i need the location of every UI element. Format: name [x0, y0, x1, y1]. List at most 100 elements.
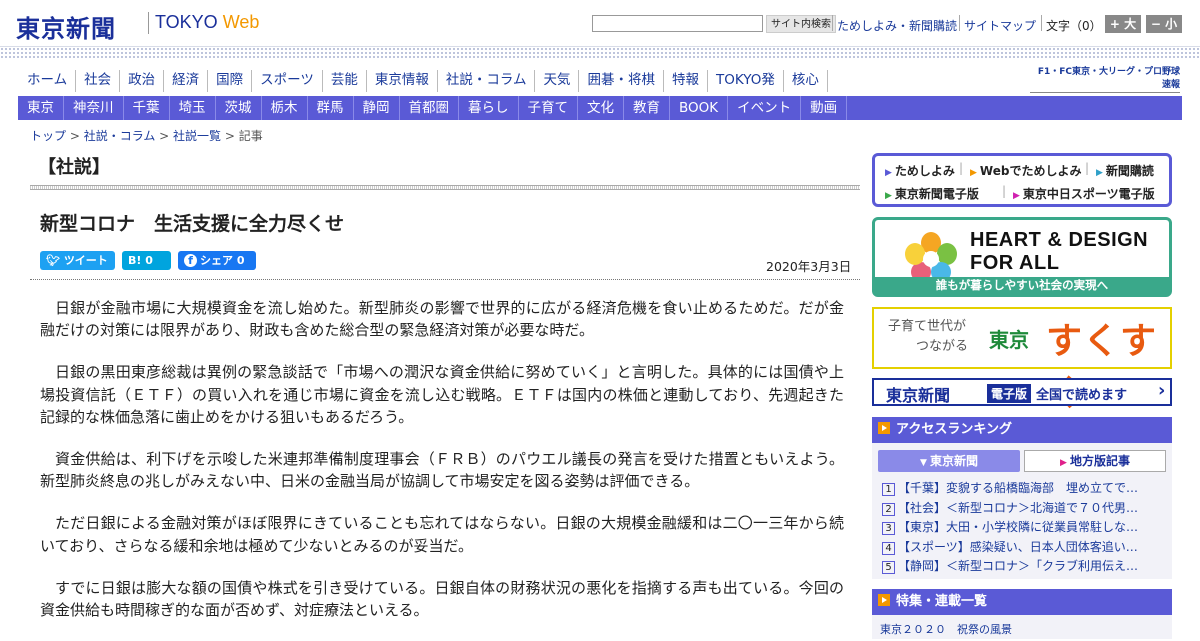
site-search-input[interactable] [592, 15, 763, 32]
header-divider [832, 15, 833, 31]
breadcrumb-top[interactable]: トップ [30, 129, 66, 143]
main-nav-item[interactable]: 社説・コラム [438, 70, 536, 92]
header-divider [1041, 15, 1042, 31]
ranking-item[interactable]: 1 【千葉】変貌する船橋臨海部 埋め立てで… [882, 479, 1158, 496]
local-nav-item[interactable]: 首都圏 [400, 96, 459, 120]
local-nav-item[interactable]: 静岡 [354, 96, 400, 120]
local-nav-item[interactable]: 暮らし [459, 96, 519, 120]
local-nav-item[interactable]: 千葉 [124, 96, 170, 120]
local-nav-item[interactable]: 子育て [519, 96, 578, 120]
main-nav-item[interactable]: 東京情報 [367, 70, 438, 92]
chunichi-sports-e-edition-link[interactable]: ▶ 東京中日スポーツ電子版 [1013, 185, 1155, 202]
main-nav-item[interactable]: ホーム [18, 70, 77, 92]
hatena-bookmark-button[interactable]: B! 0 [122, 251, 171, 270]
access-ranking: アクセスランキング ▼ 東京新聞 ▶ 地方版記事 1 【千葉】変貌する船橋臨海部 … [872, 417, 1172, 579]
ranking-tab-local[interactable]: ▶ 地方版記事 [1024, 450, 1166, 472]
ranking-item-title: 【静岡】＜新型コロナ＞「クラブ利用伝え… [898, 559, 1139, 573]
trial-link[interactable]: ▶ ためしよみ [885, 162, 955, 179]
article-paragraph: すでに日銀は膨大な額の国債や株式を引き受けている。日銀自体の財務状況の悪化を指摘… [40, 578, 844, 620]
article-paragraph: ただ日銀による金融対策がほぼ限界にきていることも忘れてはならない。日銀の大規模金… [40, 514, 844, 555]
local-nav-item[interactable]: 東京 [18, 96, 64, 120]
site-logo[interactable]: 東京新聞 [16, 9, 116, 44]
local-nav-item[interactable]: イベント [728, 96, 802, 120]
triangle-icon: ▶ [885, 191, 892, 201]
heart-design-title-line1: HEART & DESIGN [970, 229, 1149, 251]
tweet-button[interactable]: 🐦︎ ツイート [40, 251, 115, 270]
local-nav-item[interactable]: 群馬 [308, 96, 354, 120]
triangle-right-icon: ▶ [1059, 458, 1071, 468]
site-logo-tokyo-web[interactable]: TOKYO Web [155, 12, 259, 33]
ranking-item[interactable]: 4 【スポーツ】感染疑い、日本人団体客追い… [882, 538, 1158, 555]
main-nav-item[interactable]: スポーツ [252, 70, 323, 92]
main-nav-item[interactable]: 経済 [164, 70, 209, 92]
ranking-number: 3 [882, 522, 895, 535]
trial-subscribe-link[interactable]: ためしよみ・新聞購読 [837, 17, 957, 34]
twitter-bird-icon: 🐦︎ [46, 254, 60, 267]
sitemap-link[interactable]: サイトマップ [964, 17, 1036, 34]
e-edition-banner[interactable]: 東京新聞 電子版 全国で読めます › [872, 378, 1172, 406]
special-series: 特集・連載一覧 東京２０２０ 祝祭の風景 [872, 589, 1172, 639]
facebook-share-button[interactable]: f シェア 0 [178, 251, 256, 270]
local-nav-item[interactable]: 文化 [578, 96, 624, 120]
article-date: 2020年3月3日 [766, 259, 852, 274]
main-nav: ホーム 社会 政治 経済 国際 スポーツ 芸能 東京情報 社説・コラム 天気 囲碁・将棋 特報 TOKY… [18, 70, 828, 92]
local-nav-item[interactable]: 教育 [624, 96, 670, 120]
ranking-item[interactable]: 5 【静岡】＜新型コロナ＞「クラブ利用伝え… [882, 557, 1158, 574]
ranking-number: 2 [882, 502, 895, 516]
local-nav-item[interactable]: 動画 [801, 96, 848, 120]
main-nav-item[interactable]: TOKYO発 [708, 70, 784, 92]
ranking-tab-tokyo[interactable]: ▼ 東京新聞 [878, 450, 1020, 472]
special-heading-label: 特集・連載一覧 [896, 594, 988, 609]
ranking-item-title: 【千葉】変貌する船橋臨海部 埋め立てで… [898, 481, 1139, 495]
triangle-icon: ▶ [1096, 168, 1103, 178]
e-edition-logo: 東京新聞 [886, 386, 951, 405]
site-search-button[interactable]: サイト内検索 [766, 15, 836, 33]
local-nav-item[interactable]: BOOK [670, 96, 729, 120]
ranking-number: 5 [882, 561, 895, 574]
local-nav-item[interactable]: 栃木 [262, 96, 308, 120]
main-nav-item[interactable]: 特報 [664, 70, 708, 92]
main-nav-item[interactable]: 社会 [76, 70, 121, 92]
site-header: 東京新聞 TOKYO Web サイト内検索 ためしよみ・新聞購読 サイトマップ … [0, 0, 1200, 46]
link-divider: | [1085, 161, 1090, 175]
triangle-icon: ▶ [885, 168, 892, 178]
local-nav-item[interactable]: 埼玉 [170, 96, 216, 120]
main-nav-item[interactable]: 天気 [535, 70, 580, 92]
tokyo-sukusuku-banner[interactable]: 子育て世代がつながる 東京 すくすく [872, 307, 1172, 414]
local-nav-item[interactable]: 茨城 [216, 96, 262, 120]
main-nav-item[interactable]: 芸能 [323, 70, 367, 92]
main-nav-item[interactable]: 国際 [208, 70, 253, 92]
breadcrumb-sep: > [155, 129, 174, 143]
ranking-tab-tokyo-label: 東京新聞 [930, 454, 979, 468]
ranking-item[interactable]: 2 【社会】＜新型コロナ＞北海道で７０代男… [882, 499, 1158, 516]
special-first-item[interactable]: 東京２０２０ 祝祭の風景 [880, 621, 1012, 637]
header-divider [959, 15, 960, 31]
sukusuku-tagline-line1: 子育て世代が [888, 319, 967, 334]
web-trial-link[interactable]: ▶ Webでためしよみ [970, 162, 1081, 179]
tweet-label: ツイート [63, 254, 108, 267]
breadcrumb-editorial[interactable]: 社説・コラム [84, 129, 156, 143]
subscribe-link[interactable]: ▶ 新聞購読 [1096, 162, 1154, 179]
font-larger-button[interactable]: + 大 [1105, 15, 1141, 33]
main-nav-item[interactable]: 核心 [784, 70, 828, 92]
heart-design-title-line2: FOR ALL [970, 252, 1060, 274]
heart-design-banner[interactable]: HEART & DESIGN FOR ALL 誰もが暮らしやすい社会の実現へ [872, 217, 1172, 297]
section-arrow-icon [878, 594, 890, 606]
triangle-icon: ▶ [1013, 191, 1020, 201]
subscribe-link-label: 新聞購読 [1105, 164, 1154, 178]
ranking-item[interactable]: 3 【東京】大田・小学校隣に従業員常駐しな… [882, 518, 1158, 535]
web-trial-link-label: Webでためしよみ [979, 164, 1082, 178]
ranking-item-title: 【スポーツ】感染疑い、日本人団体客追い… [898, 539, 1138, 554]
sukusuku-brand-tokyo: 東京 [989, 328, 1029, 352]
font-smaller-button[interactable]: − 小 [1146, 15, 1182, 33]
local-nav-item[interactable]: 神奈川 [64, 96, 124, 120]
e-edition-text: 全国で読めます [1036, 388, 1128, 403]
breadcrumb-list[interactable]: 社説一覧 [173, 129, 221, 143]
link-divider: | [959, 161, 964, 175]
main-nav-item[interactable]: 囲碁・将棋 [579, 70, 664, 92]
heart-design-caption: 誰もが暮らしやすい社会の実現へ [875, 277, 1169, 294]
e-edition-link[interactable]: ▶ 東京新聞電子版 [885, 185, 979, 202]
article-body: 日銀が金融市場に大規模資金を流し始めた。新型肺炎の影響で世界的に広がる経済危機を… [40, 297, 844, 641]
breadcrumb-current: 記事 [238, 129, 263, 143]
main-nav-item[interactable]: 政治 [120, 70, 165, 92]
